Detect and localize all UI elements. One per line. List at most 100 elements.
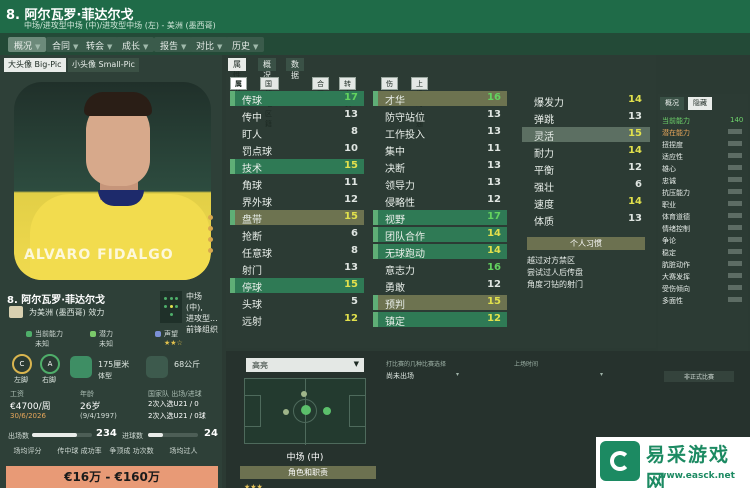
hidden-attribute-row: 忠诚 <box>658 174 748 186</box>
pager-dot[interactable] <box>208 215 213 220</box>
attribute-row[interactable]: 角球 11 <box>230 176 364 192</box>
attribute-row[interactable]: 集中 11 <box>373 142 507 158</box>
tab-summary[interactable]: 概况 <box>258 58 276 80</box>
chevron-down-icon: ▼ <box>73 43 79 51</box>
attribute-row[interactable]: 头球 5 <box>230 295 364 311</box>
attribute-row[interactable]: 才华 16 <box>373 91 507 107</box>
attribute-row[interactable]: 团队合作 14 <box>373 227 507 243</box>
photo-watermark: ALVARO FIDALGO <box>24 247 174 263</box>
hidden-attribute-name: 体育道德 <box>662 213 690 221</box>
attribute-row[interactable]: 决断 13 <box>373 159 507 175</box>
nav-tab-bar: 概况 ▼ 合同 ▼ 转会 ▼ 成长 ▼ 报告 ▼ 对比 ▼ 历史 ▼ <box>0 33 750 55</box>
attribute-row[interactable]: 镇定 12 <box>373 312 507 328</box>
tab-small-pic[interactable]: 小头像 Small-Pic <box>68 58 139 72</box>
pager-dot[interactable] <box>208 248 213 253</box>
highlight-select[interactable]: 高亮 ▼ <box>246 358 364 372</box>
attribute-row[interactable]: 预判 15 <box>373 295 507 311</box>
tab-overview[interactable]: 概况 ▼ <box>8 37 47 52</box>
tab-reports[interactable]: 报告 ▼ <box>154 37 193 52</box>
trait-item[interactable]: 越过对方禁区 <box>527 255 575 266</box>
hidden-attribute-name: 忠诚 <box>662 177 676 185</box>
chevron-down-icon[interactable]: ▾ <box>600 371 603 378</box>
attribute-row[interactable]: 传中 13 <box>230 108 364 124</box>
attribute-row[interactable]: 界外球 12 <box>230 193 364 209</box>
tab-big-pic[interactable]: 大头像 Big-Pic <box>4 58 66 72</box>
chevron-down-icon[interactable]: ▾ <box>456 371 459 378</box>
hidden-attribute-row: 职业 <box>658 198 748 210</box>
position-dot <box>323 407 331 415</box>
attribute-row[interactable]: 视野 17 <box>373 210 507 226</box>
pager-dot[interactable] <box>208 226 213 231</box>
tab-compare[interactable]: 对比 ▼ <box>190 37 229 52</box>
attribute-row[interactable]: 速度 14 <box>522 195 650 211</box>
attribute-value: 13 <box>487 160 501 171</box>
tab-right-overview[interactable]: 概况 <box>660 97 684 110</box>
attribute-value: 6 <box>635 179 642 190</box>
photo-pager-dots <box>208 215 213 259</box>
attribute-row[interactable]: 无球跑动 14 <box>373 244 507 260</box>
star-rating-icon: ★★☆ <box>164 339 183 347</box>
attribute-value: 15 <box>344 279 358 290</box>
tab-hidden[interactable]: 隐藏 <box>688 97 712 110</box>
attribute-row[interactable]: 强壮 6 <box>522 178 650 194</box>
reputation-info: 声望 ★★☆ <box>155 329 183 347</box>
position-pitch-panel: 高亮 ▼ 中场 (中) 角色和职责 ★★★ <box>232 356 376 488</box>
attribute-row[interactable]: 意志力 16 <box>373 261 507 277</box>
attribute-row[interactable]: 停球 15 <box>230 278 364 294</box>
tab-contract-status[interactable]: 合同 <box>312 77 329 98</box>
attribute-row[interactable]: 灵活 15 <box>522 127 650 143</box>
attribute-value: 12 <box>487 313 501 324</box>
attribute-name: 爆发力 <box>534 98 564 109</box>
history-header: 打比赛的几种比赛选择 <box>386 361 447 368</box>
attribute-row[interactable]: 领导力 13 <box>373 176 507 192</box>
attribute-row[interactable]: 平衡 12 <box>522 161 650 177</box>
attribute-row[interactable]: 耐力 14 <box>522 144 650 160</box>
value: 未知 <box>99 340 113 348</box>
attribute-row[interactable]: 远射 12 <box>230 312 364 328</box>
attribute-row[interactable]: 任意球 8 <box>230 244 364 260</box>
tab-transfer-status[interactable]: 转会状态 <box>339 77 356 118</box>
club-row[interactable]: 为美洲 (墨西哥) 效力 <box>7 304 157 320</box>
attribute-row[interactable]: 射门 13 <box>230 261 364 277</box>
attribute-name: 传球 <box>242 96 262 107</box>
attribute-row[interactable]: 勇敢 12 <box>373 278 507 294</box>
trait-item[interactable]: 尝试过人后传盘 <box>527 267 583 278</box>
tab-attr[interactable]: 属性 <box>230 77 247 98</box>
attribute-name: 领导力 <box>385 181 415 192</box>
attribute-row[interactable]: 爆发力 14 <box>522 93 650 109</box>
attribute-row[interactable]: 侵略性 12 <box>373 193 507 209</box>
position-box[interactable]: 中场 (中), 进攻型... 前锋组织 <box>158 289 218 334</box>
roles-duties-button[interactable]: 角色和职责 <box>240 466 376 479</box>
attribute-name: 镇定 <box>385 317 405 328</box>
chevron-down-icon: ▼ <box>107 43 113 51</box>
tab-transfer[interactable]: 转会 ▼ <box>80 37 119 52</box>
attribute-row[interactable]: 盯人 8 <box>230 125 364 141</box>
attribute-name: 意志力 <box>385 266 415 277</box>
tab-history[interactable]: 历史 ▼ <box>226 37 265 52</box>
pager-dot[interactable] <box>208 237 213 242</box>
hidden-value-bar <box>728 297 742 302</box>
tab-nationality[interactable]: 国籍/地区籍 <box>260 77 280 128</box>
attribute-row[interactable]: 传球 17 <box>230 91 364 107</box>
caps-sub: 2次入选U21 / 0球 <box>148 412 206 420</box>
tab-playing-time[interactable]: 上场时间通道 <box>411 77 428 138</box>
tab-attributes[interactable]: 属性 <box>228 58 246 80</box>
attribute-row[interactable]: 盘带 15 <box>230 210 364 226</box>
attribute-row[interactable]: 工作投入 13 <box>373 125 507 141</box>
left-foot-label: 左脚 <box>14 376 28 384</box>
attribute-name: 任意球 <box>242 249 272 260</box>
attribute-row[interactable]: 技术 15 <box>230 159 364 175</box>
tab-data[interactable]: 数据 <box>286 58 304 80</box>
tab-contract[interactable]: 合同 ▼ <box>46 37 85 52</box>
tab-injuries[interactable]: 伤病 <box>381 77 398 98</box>
attribute-row[interactable]: 抢断 6 <box>230 227 364 243</box>
attribute-row[interactable]: 弹跳 13 <box>522 110 650 126</box>
attribute-row[interactable]: 体质 13 <box>522 212 650 228</box>
appearances-label: 出场数 <box>8 432 29 440</box>
tab-development[interactable]: 成长 ▼ <box>116 37 155 52</box>
trait-item[interactable]: 角度刁钻的射门 <box>527 279 583 290</box>
logo-url: www.easck.net <box>658 471 735 481</box>
page-subtitle: 中场/进攻型中场 (中)/进攻型中场 (左) - 美洲 (墨西哥) <box>24 21 216 30</box>
attribute-row[interactable]: 罚点球 10 <box>230 142 364 158</box>
attribute-row[interactable]: 防守站位 13 <box>373 108 507 124</box>
